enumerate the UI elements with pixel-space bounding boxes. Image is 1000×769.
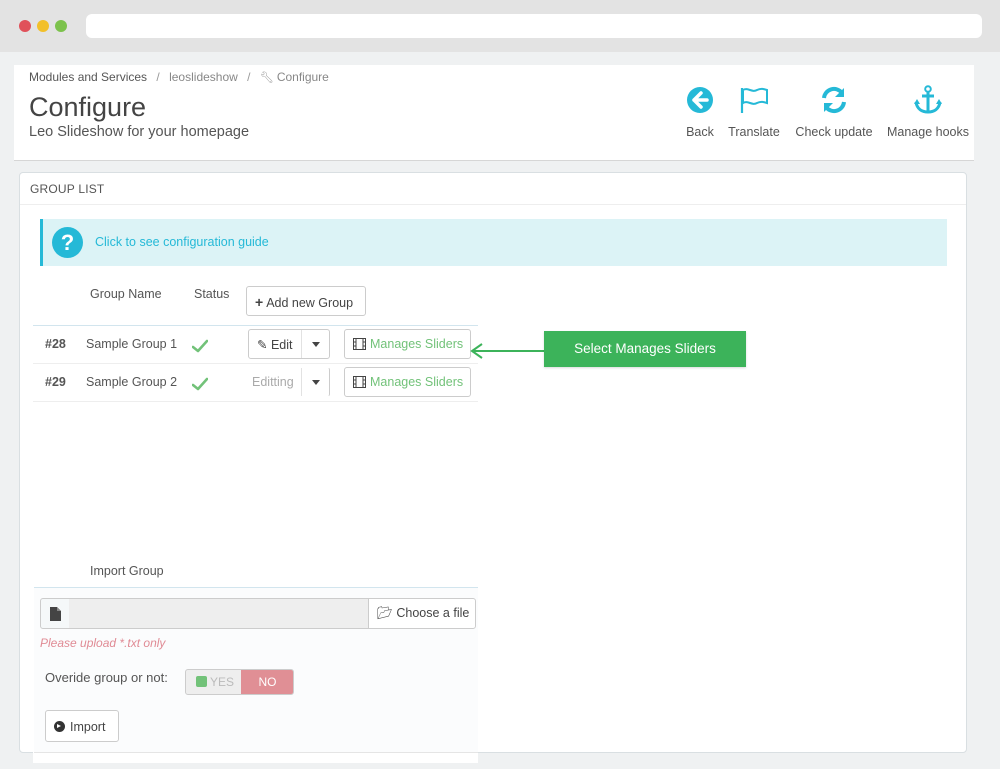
choose-file-label: Choose a file (396, 606, 470, 620)
refresh-icon (822, 86, 846, 114)
import-group-title: Import Group (90, 564, 164, 578)
film-icon (353, 338, 366, 350)
check-update-label: Check update (795, 125, 873, 139)
manage-sliders-button[interactable]: Manages Sliders (344, 367, 471, 397)
upload-hint: Please upload *.txt only (40, 636, 166, 650)
window-close-dot[interactable] (19, 20, 31, 32)
breadcrumb-item-modules[interactable]: Modules and Services (29, 70, 147, 84)
row-name: Sample Group 1 (86, 337, 178, 351)
table-header-divider (33, 325, 478, 326)
override-yes-option[interactable]: YES (186, 670, 241, 694)
edit-label: Edit (270, 338, 293, 352)
panel-title: GROUP LIST (30, 182, 105, 196)
breadcrumb-separator: / (156, 70, 160, 84)
import-button[interactable]: Import (45, 710, 119, 742)
page: Modules and Services / leoslideshow / 🔧︎… (0, 52, 1000, 769)
add-new-group-button[interactable]: + Add new Group (246, 286, 366, 316)
translate-label: Translate (728, 125, 780, 139)
check-icon[interactable] (192, 377, 208, 391)
yes-label: YES (210, 675, 235, 689)
page-header: Modules and Services / leoslideshow / 🔧︎… (14, 65, 974, 161)
group-list-panel: GROUP LIST ? Click to see configuration … (19, 172, 967, 763)
window-minimize-dot[interactable] (37, 20, 49, 32)
editing-dropdown-toggle[interactable] (301, 368, 329, 396)
translate-button[interactable]: Translate (726, 85, 782, 145)
page-subtitle: Leo Slideshow for your homepage (29, 124, 250, 140)
file-icon (50, 607, 61, 621)
row-name: Sample Group 2 (86, 375, 178, 389)
add-new-group-label: Add new Group (266, 296, 354, 310)
import-label: Import (70, 720, 106, 734)
editing-split-button[interactable]: Editting (248, 367, 330, 397)
override-toggle[interactable]: YES NO (185, 669, 294, 695)
file-path-input[interactable] (69, 598, 369, 629)
manage-sliders-label: Manages Sliders (370, 337, 464, 351)
back-button[interactable]: Back (682, 85, 718, 145)
row-id: #29 (45, 375, 66, 389)
breadcrumb: Modules and Services / leoslideshow / 🔧︎… (29, 70, 329, 84)
folder-open-icon: 📂︎ (377, 606, 393, 620)
check-icon[interactable] (192, 339, 208, 353)
breadcrumb-separator: / (247, 70, 251, 84)
override-label: Overide group or not: (45, 670, 168, 685)
annotation-callout: Select Manages Sliders (544, 331, 746, 367)
row-id: #28 (45, 337, 66, 351)
panel-heading: GROUP LIST (20, 173, 966, 205)
check-update-button[interactable]: Check update (794, 85, 874, 145)
override-no-option[interactable]: NO (241, 670, 293, 694)
anchor-icon (914, 85, 942, 114)
row-divider (33, 401, 478, 402)
manage-sliders-button[interactable]: Manages Sliders (344, 329, 471, 359)
breadcrumb-item-current: Configure (276, 70, 329, 84)
editing-button: Editting (249, 368, 294, 396)
flag-icon (740, 87, 768, 113)
caret-down-icon (312, 342, 320, 347)
back-label: Back (686, 125, 714, 139)
manage-hooks-label: Manage hooks (886, 125, 969, 139)
wrench-icon: 🔧︎ (259, 72, 274, 84)
config-guide-alert: ? Click to see configuration guide (40, 219, 947, 266)
plus-icon: + (255, 294, 264, 310)
page-title: Configure (29, 92, 147, 122)
breadcrumb-item-module[interactable]: leoslideshow (169, 70, 238, 84)
config-guide-link[interactable]: Click to see configuration guide (95, 235, 269, 249)
editing-label: Editting (252, 375, 294, 389)
edit-split-button[interactable]: ✎︎ Edit (248, 329, 330, 359)
arrow-circle-right-icon (54, 721, 65, 732)
checkbox-icon (196, 676, 207, 687)
row-divider (33, 363, 478, 364)
column-header-group-name: Group Name (90, 287, 162, 301)
pencil-icon: ✎︎ (257, 338, 268, 352)
caret-down-icon (312, 380, 320, 385)
annotation-arrow-icon (470, 343, 544, 359)
question-circle-icon: ? (52, 227, 83, 258)
import-bottom-divider (34, 752, 478, 753)
edit-dropdown-toggle[interactable] (301, 330, 329, 358)
film-icon (353, 376, 366, 388)
manage-hooks-button[interactable]: Manage hooks (886, 85, 970, 145)
manage-sliders-label: Manages Sliders (370, 375, 464, 389)
choose-file-button[interactable]: 📂︎ Choose a file (368, 598, 476, 629)
browser-chrome (0, 0, 1000, 52)
arrow-left-circle-icon (687, 87, 713, 113)
address-bar[interactable] (86, 14, 982, 38)
window-maximize-dot[interactable] (55, 20, 67, 32)
column-header-status: Status (194, 287, 230, 301)
file-addon (40, 598, 70, 629)
edit-button[interactable]: ✎︎ Edit (249, 330, 293, 358)
